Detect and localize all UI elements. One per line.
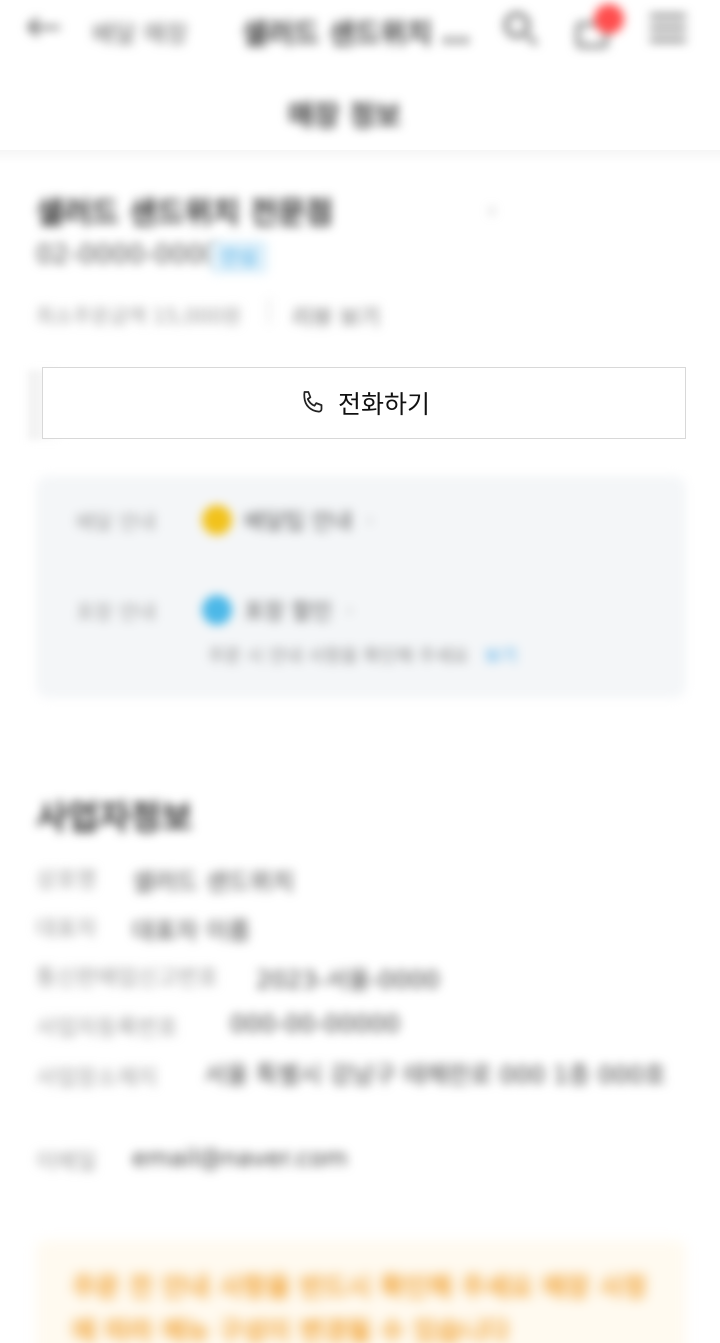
delivery-note-link[interactable]: 보기 (484, 646, 517, 667)
business-info-key: 사업장소재지 (36, 1066, 158, 1091)
business-info-value: 000-00-00000 (230, 1010, 401, 1038)
business-info-value: email@naver.com (132, 1144, 348, 1172)
delivery-info-key: 포장 안내 (76, 599, 156, 624)
business-info-title: 사업자정보 (36, 798, 193, 838)
chevron-right-icon: › (366, 509, 374, 531)
safe-number-badge: 안심 (210, 240, 268, 274)
header-divider (0, 150, 720, 164)
store-name: 샐러드 샌드위치 전문점 (36, 196, 333, 231)
store-meta-link[interactable]: 리뷰 보기 (292, 300, 380, 332)
business-info-value: 2023-서울-0000 (256, 966, 440, 994)
meta-divider (268, 298, 270, 324)
search-icon[interactable] (500, 8, 540, 48)
business-info-value: 샐러드 샌드위치 (132, 868, 295, 896)
cart-count-badge (594, 4, 624, 34)
business-info-row: 이메일 email@naver.com (36, 1144, 348, 1176)
menu-icon[interactable] (650, 12, 686, 44)
delivery-tip-icon (202, 505, 232, 535)
business-info-key: 상호명 (36, 868, 97, 893)
notice-banner: 주문 전 안내 사항을 반드시 확인해 주세요 매장 사정에 따라 메뉴 구성이… (36, 1240, 686, 1343)
tab-store-info[interactable]: 매장 정보 (288, 94, 401, 134)
delivery-info-row[interactable]: 배달 안내 배달팁 안내 › (76, 500, 373, 540)
delivery-info-key: 배달 안내 (76, 509, 156, 534)
call-button-label: 전화하기 (337, 390, 430, 419)
business-address: 서울 특별시 강남구 테헤란로 000 1층 000호 (204, 1061, 666, 1089)
delivery-info-box: 배달 안내 배달팁 안내 › 포장 안내 포장 할인 › 주문 시 안내 사항을… (36, 476, 686, 698)
chevron-right-icon: › (345, 599, 354, 621)
business-info-row: 대표자 대표자 이름 (36, 911, 250, 946)
top-bar: 배달 매장 샐러드 샌드위치 전문점 (0, 0, 720, 60)
business-info-value: 대표자 이름 (132, 917, 251, 945)
business-info-key: 대표자 (36, 917, 97, 942)
breadcrumb[interactable]: 배달 매장 (92, 14, 188, 49)
store-phone: 02-0000-0000 (36, 240, 221, 270)
delivery-note: 주문 시 안내 사항을 확인해 주세요 보기 (208, 642, 517, 668)
store-meta: 최소주문금액 15,000원 (36, 304, 242, 328)
chevron-right-icon[interactable]: › (488, 198, 496, 222)
delivery-info-value: 배달팁 안내 (244, 510, 353, 535)
delivery-note-text: 주문 시 안내 사항을 확인해 주세요 (208, 646, 469, 667)
business-info-key: 통신판매업신고번호 (36, 966, 219, 991)
business-info-key: 이메일 (36, 1150, 97, 1175)
takeout-icon (202, 595, 232, 625)
header-store-title: 샐러드 샌드위치 전문점 (242, 17, 470, 50)
business-info-row: 상호명 샐러드 샌드위치 (36, 862, 294, 897)
notice-text: 주문 전 안내 사항을 반드시 확인해 주세요 매장 사정에 따라 메뉴 구성이… (72, 1273, 647, 1343)
business-info-row: 사업자등록번호 000-00-00000 (36, 1010, 400, 1042)
call-button[interactable]: 전화하기 (42, 367, 686, 439)
business-info-row: 통신판매업신고번호 2023-서울-0000 (36, 960, 440, 995)
delivery-info-value: 포장 할인 (244, 600, 332, 625)
business-info-key: 사업자등록번호 (36, 1016, 178, 1041)
business-info-row: 사업장소재지 (36, 1060, 204, 1092)
back-arrow-icon[interactable] (27, 12, 62, 42)
delivery-info-row[interactable]: 포장 안내 포장 할인 › (76, 590, 353, 630)
phone-icon (303, 391, 323, 413)
